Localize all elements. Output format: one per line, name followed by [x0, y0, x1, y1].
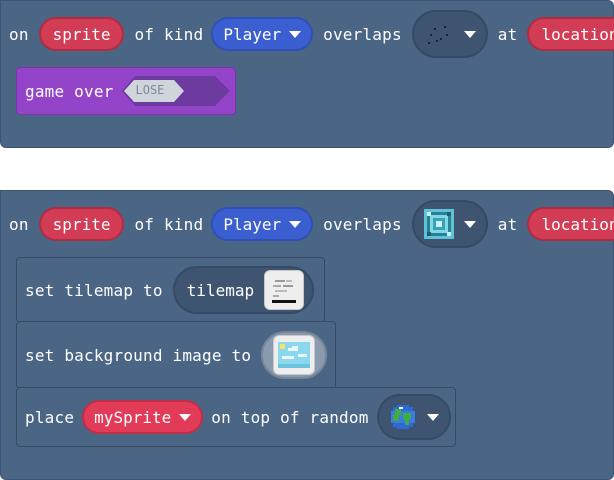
set-background-label: set background image to — [25, 345, 252, 365]
lose-input[interactable]: LOSE — [121, 76, 230, 106]
cyan-tile-icon — [423, 209, 454, 239]
game-over-row: game over LOSE — [25, 68, 230, 114]
kind-value: Player — [223, 214, 282, 234]
sprite-param[interactable]: sprite — [38, 207, 125, 241]
event-header-2: on sprite of kind Player overlaps at loc… — [9, 191, 614, 257]
empty-tile-icon — [423, 20, 452, 48]
chevron-down-icon — [179, 413, 192, 421]
my-sprite-dropdown[interactable]: mySprite — [82, 400, 204, 434]
background-image-param[interactable] — [261, 331, 328, 379]
tile-dropdown[interactable] — [411, 10, 488, 58]
globe-tile-icon — [390, 405, 415, 429]
game-over-block[interactable]: game over LOSE — [16, 67, 236, 115]
kind-value: Player — [223, 24, 282, 44]
place-block[interactable]: place mySprite on top of random — [16, 387, 456, 447]
location-param[interactable]: location — [527, 207, 614, 241]
on-label: on — [9, 214, 29, 234]
on-top-of-random-label: on top of random — [211, 407, 369, 427]
chevron-down-icon — [289, 220, 302, 228]
lose-value: LOSE — [135, 83, 165, 97]
set-background-row: set background image to — [25, 322, 328, 388]
overlaps-label: overlaps — [323, 214, 402, 234]
game-over-label: game over — [25, 81, 114, 101]
of-kind-label: of kind — [134, 24, 204, 44]
sky-image-icon — [278, 342, 311, 368]
kind-dropdown[interactable]: Player — [211, 17, 314, 51]
location-param[interactable]: location — [527, 17, 614, 51]
overlap-event-block-1[interactable]: on sprite of kind Player overlaps at loc… — [0, 0, 614, 148]
set-tilemap-row: set tilemap to tilemap — [25, 258, 315, 322]
set-tilemap-block[interactable]: set tilemap to tilemap — [16, 257, 325, 323]
at-label: at — [497, 214, 518, 234]
place-label: place — [25, 407, 75, 427]
my-sprite-value: mySprite — [94, 407, 172, 427]
tile-dropdown[interactable] — [411, 200, 488, 248]
event-header-1: on sprite of kind Player overlaps at loc… — [9, 1, 614, 67]
chevron-down-icon — [426, 413, 439, 421]
tilemap-label: tilemap — [186, 280, 255, 300]
tilemap-thumbnail-icon — [264, 270, 305, 310]
tilemap-preview-icon — [272, 280, 297, 303]
at-label: at — [497, 24, 518, 44]
chevron-down-icon — [289, 30, 302, 38]
kind-dropdown[interactable]: Player — [211, 207, 314, 241]
place-row: place mySprite on top of random — [25, 388, 451, 446]
chevron-down-icon — [463, 220, 476, 228]
chevron-down-icon — [463, 30, 476, 38]
overlaps-label: overlaps — [323, 24, 402, 44]
set-tilemap-label: set tilemap to — [25, 280, 163, 300]
background-image-thumbnail-icon — [273, 335, 316, 375]
random-tile-dropdown[interactable] — [376, 394, 451, 440]
of-kind-label: of kind — [134, 214, 204, 234]
set-background-block[interactable]: set background image to — [16, 321, 336, 389]
tilemap-param[interactable]: tilemap — [172, 266, 315, 314]
on-label: on — [9, 24, 29, 44]
overlap-event-block-2[interactable]: on sprite of kind Player overlaps at loc… — [0, 190, 614, 480]
sprite-param[interactable]: sprite — [38, 17, 125, 51]
